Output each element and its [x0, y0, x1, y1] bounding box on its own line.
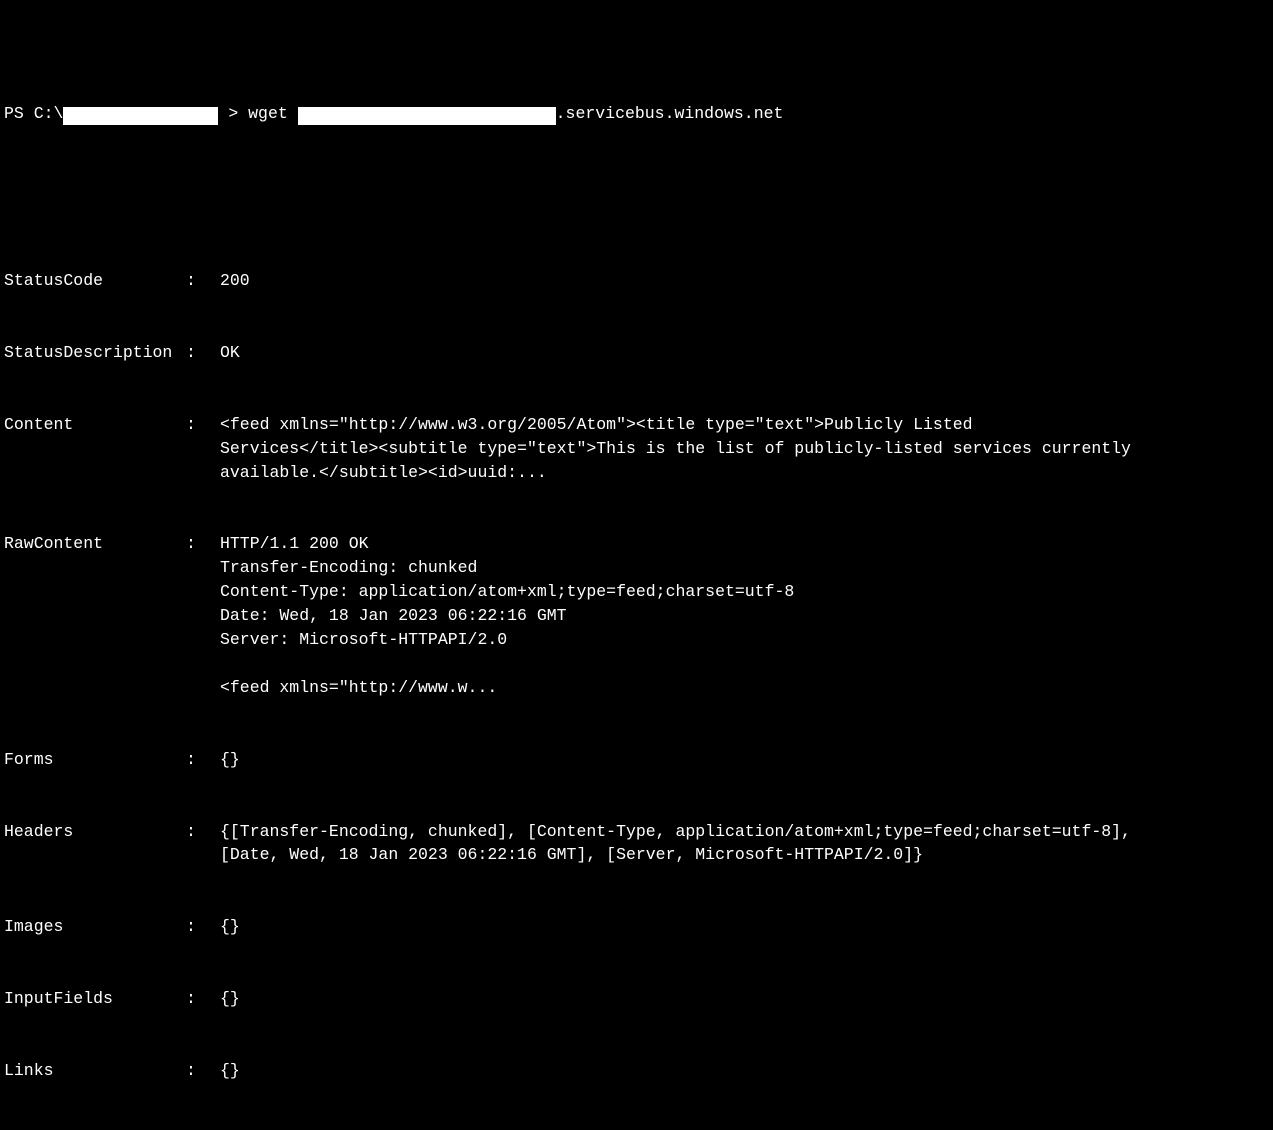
- output-val: {}: [220, 1059, 240, 1083]
- redacted-host: [298, 107, 556, 125]
- output-key: Links: [4, 1059, 186, 1083]
- output-key: Content: [4, 413, 186, 437]
- output-row-images: Images: {}: [4, 915, 1269, 939]
- output-sep: :: [186, 987, 220, 1011]
- output-key: StatusDescription: [4, 341, 186, 365]
- output-row-rawcontent: RawContent: HTTP/1.1 200 OK Transfer-Enc…: [4, 532, 1269, 699]
- output-sep: :: [186, 341, 220, 365]
- host-suffix: .servicebus.windows.net: [556, 102, 784, 126]
- output-key: Images: [4, 915, 186, 939]
- output-key: Headers: [4, 820, 186, 844]
- output-sep: :: [186, 1059, 220, 1083]
- output-row-inputfields: InputFields: {}: [4, 987, 1269, 1011]
- output-key: InputFields: [4, 987, 186, 1011]
- output-sep: :: [186, 532, 220, 556]
- output-row-statusdescription: StatusDescription: OK: [4, 341, 1269, 365]
- output-sep: :: [186, 413, 220, 437]
- output-row-headers: Headers: {[Transfer-Encoding, chunked], …: [4, 820, 1269, 868]
- output-sep: :: [186, 915, 220, 939]
- prompt-prefix: PS C:\: [4, 102, 63, 126]
- output-row-statuscode: StatusCode: 200: [4, 269, 1269, 293]
- output-key: StatusCode: [4, 269, 186, 293]
- output-key: RawContent: [4, 532, 186, 556]
- output-row-links: Links: {}: [4, 1059, 1269, 1083]
- output-block: StatusCode: 200 StatusDescription: OK Co…: [4, 221, 1269, 1130]
- output-sep: :: [186, 748, 220, 772]
- output-val: HTTP/1.1 200 OK Transfer-Encoding: chunk…: [220, 532, 794, 699]
- output-row-forms: Forms: {}: [4, 748, 1269, 772]
- prompt-line[interactable]: PS C:\ > wget .servicebus.windows.net: [4, 102, 1269, 126]
- output-val: {}: [220, 748, 240, 772]
- output-val: OK: [220, 341, 240, 365]
- output-val: {}: [220, 987, 240, 1011]
- output-sep: :: [186, 269, 220, 293]
- output-row-content: Content: <feed xmlns="http://www.w3.org/…: [4, 413, 1269, 485]
- prompt-arrow: >: [218, 102, 248, 126]
- output-val: {[Transfer-Encoding, chunked], [Content-…: [220, 820, 1131, 868]
- command-text: wget: [248, 102, 298, 126]
- redacted-path: [63, 107, 218, 125]
- output-key: Forms: [4, 748, 186, 772]
- output-val: 200: [220, 269, 250, 293]
- output-val: {}: [220, 915, 240, 939]
- output-val: <feed xmlns="http://www.w3.org/2005/Atom…: [220, 413, 1131, 485]
- output-sep: :: [186, 820, 220, 844]
